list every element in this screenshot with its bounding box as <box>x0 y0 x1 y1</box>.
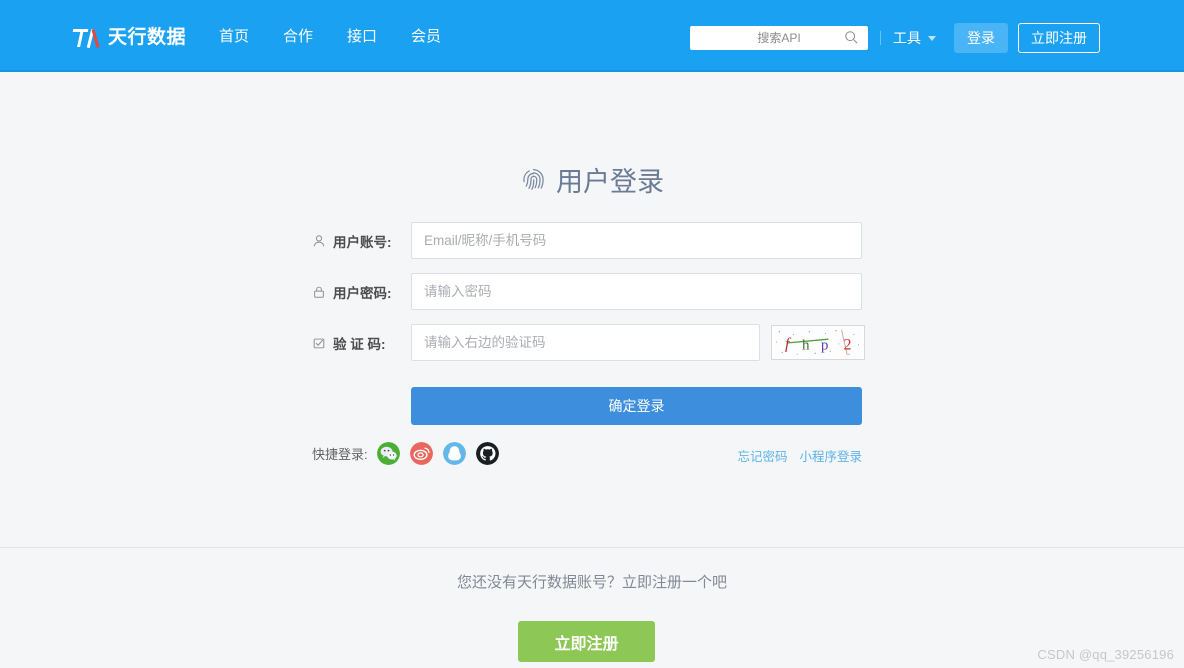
password-field[interactable] <box>411 273 862 310</box>
captcha-label-cell: 验 证 码: <box>312 333 411 353</box>
svg-text:h: h <box>802 338 810 354</box>
main-nav: 首页 合作 接口 会员 <box>219 26 441 48</box>
account-label-cell: 用户账号: <box>312 231 411 251</box>
helper-links: 忘记密码 小程序登录 <box>737 446 862 465</box>
chevron-down-icon <box>928 35 936 41</box>
wechat-icon[interactable] <box>376 442 400 465</box>
header-login-button[interactable]: 登录 <box>954 23 1008 53</box>
account-field[interactable] <box>411 222 862 259</box>
lock-icon <box>314 286 324 298</box>
tx-logo-icon <box>72 25 106 51</box>
password-input[interactable] <box>412 274 861 309</box>
quick-login-group: 快捷登录: <box>312 442 509 465</box>
tools-dropdown[interactable]: 工具 <box>893 28 936 48</box>
watermark: CSDN @qq_39256196 <box>1037 647 1174 662</box>
page-title-text: 用户登录 <box>556 167 664 197</box>
header-register-button[interactable]: 立即注册 <box>1018 23 1100 53</box>
tools-label: 工具 <box>893 30 921 46</box>
page-title: 用户登录 <box>0 160 1184 199</box>
captcha-input[interactable] <box>412 325 759 360</box>
form-row-captcha: 验 证 码: f h p 2 <box>0 324 1184 361</box>
account-label: 用户账号: <box>333 234 392 250</box>
qq-icon[interactable] <box>442 442 466 465</box>
svg-text:2: 2 <box>843 337 851 354</box>
nav-item-home[interactable]: 首页 <box>219 26 249 48</box>
footer-register-button[interactable]: 立即注册 <box>518 621 655 662</box>
password-label: 用户密码: <box>333 285 392 301</box>
form-row-password: 用户密码: <box>0 273 1184 310</box>
search-box[interactable] <box>690 26 868 50</box>
site-header: 天行数据 首页 合作 接口 会员 工具 登录 立即注册 <box>0 0 1184 72</box>
forgot-password-link[interactable]: 忘记密码 <box>737 446 787 465</box>
quick-login-label: 快捷登录: <box>312 447 368 462</box>
site-logo[interactable]: 天行数据 <box>72 24 186 52</box>
captcha-label: 验 证 码: <box>333 336 386 352</box>
header-actions: 工具 登录 立即注册 <box>690 23 1100 53</box>
nav-item-member[interactable]: 会员 <box>411 26 441 48</box>
nav-item-api[interactable]: 接口 <box>347 26 377 48</box>
user-icon <box>313 234 325 246</box>
miniprogram-login-link[interactable]: 小程序登录 <box>799 446 862 465</box>
quick-login-row: 快捷登录: 忘记密码 小程序登录 <box>0 442 1184 468</box>
password-label-cell: 用户密码: <box>312 282 411 302</box>
form-row-account: 用户账号: <box>0 222 1184 259</box>
captcha-field[interactable] <box>411 324 760 361</box>
shield-check-icon <box>313 338 325 348</box>
nav-item-partner[interactable]: 合作 <box>283 26 313 48</box>
search-input[interactable] <box>714 31 844 45</box>
github-icon[interactable] <box>475 442 499 465</box>
svg-text:p: p <box>821 338 829 354</box>
logo-text: 天行数据 <box>108 27 187 48</box>
captcha-image[interactable]: f h p 2 <box>771 325 865 360</box>
header-divider <box>880 31 881 45</box>
fingerprint-icon <box>523 168 544 190</box>
login-form: 用户账号: 用户密码: 验 证 码: <box>0 222 1184 425</box>
section-divider <box>0 547 1184 548</box>
weibo-icon[interactable] <box>409 442 433 465</box>
submit-login-button[interactable]: 确定登录 <box>411 387 862 425</box>
register-prompt: 您还没有天行数据账号？立即注册一个吧 <box>456 574 727 591</box>
search-icon <box>845 31 858 44</box>
account-input[interactable] <box>412 223 861 258</box>
captcha-canvas: f h p 2 <box>773 326 863 359</box>
